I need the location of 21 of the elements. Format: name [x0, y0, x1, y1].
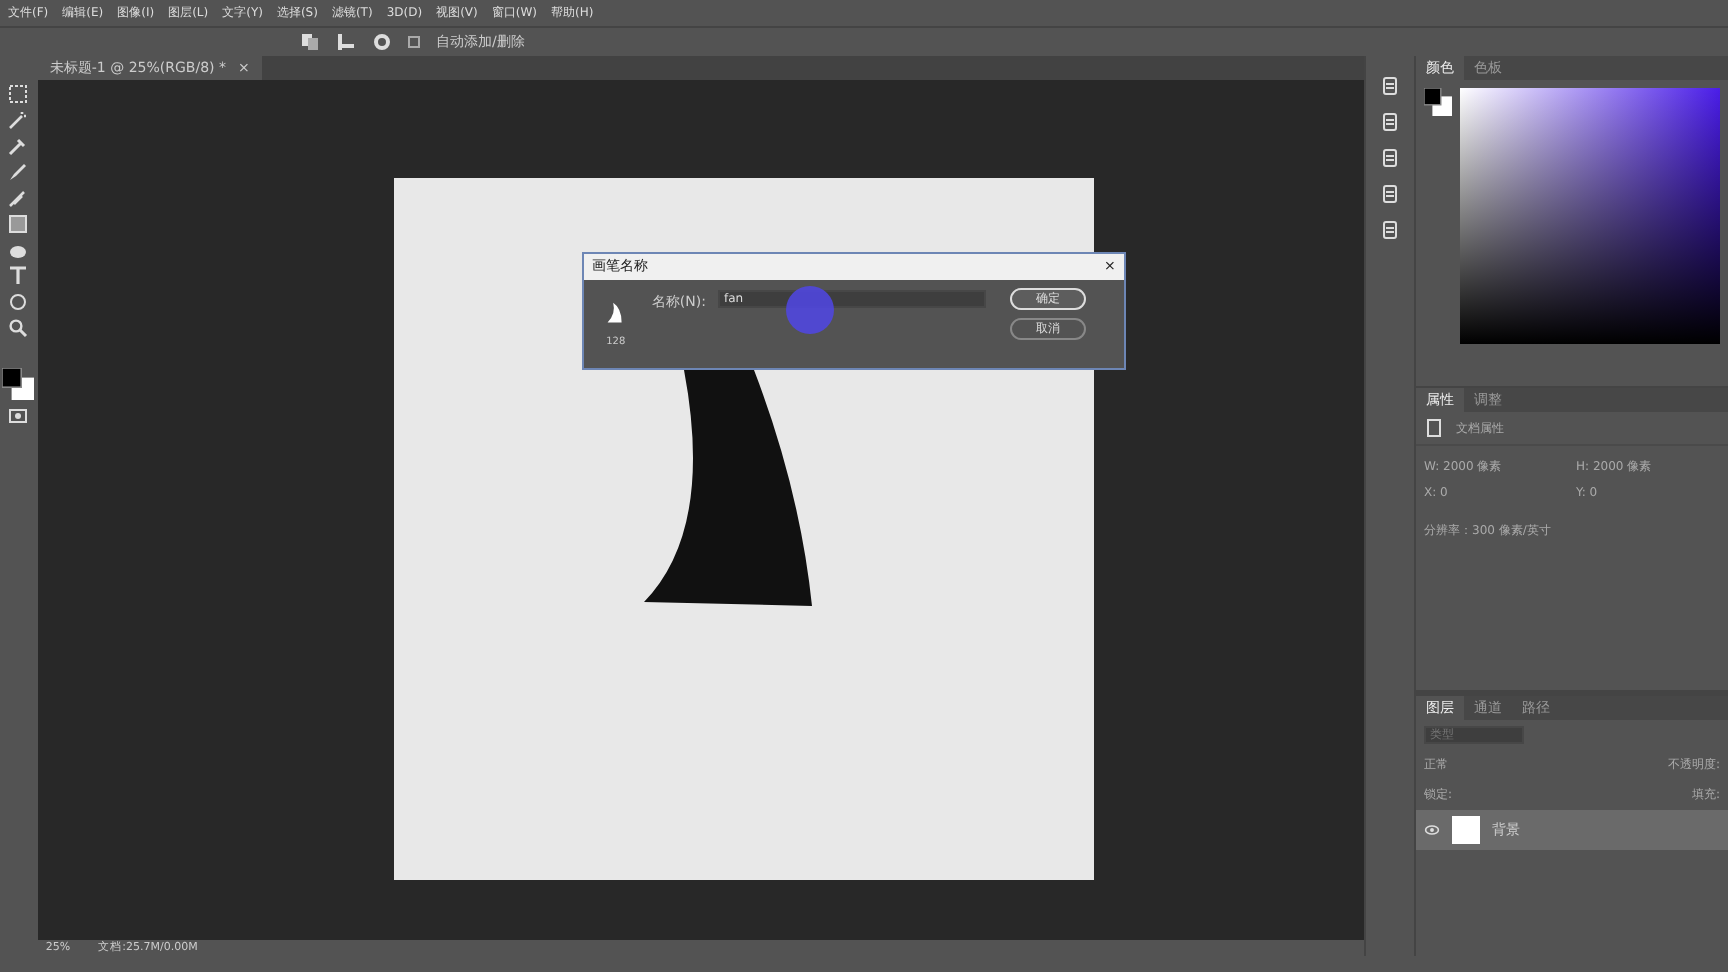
auto-add-checkbox[interactable]: [408, 36, 420, 48]
align-icon[interactable]: [336, 32, 356, 52]
search-icon[interactable]: [8, 318, 29, 338]
stamp-icon[interactable]: [8, 188, 29, 208]
click-indicator: [785, 286, 834, 334]
wand-icon[interactable]: [8, 110, 29, 130]
gradient-icon[interactable]: [8, 214, 29, 234]
eyedropper-icon[interactable]: [8, 136, 29, 156]
layer-thumbnail: [1452, 816, 1480, 844]
brush-icon[interactable]: [8, 162, 29, 182]
eye-icon[interactable]: [1424, 822, 1440, 838]
text-icon[interactable]: [8, 266, 29, 286]
color-picker-field[interactable]: [1460, 88, 1720, 344]
blur-icon[interactable]: [8, 240, 29, 260]
quick-mask-icon[interactable]: [8, 406, 29, 426]
color-swatches-icon[interactable]: [1424, 88, 1452, 116]
align-icon[interactable]: [300, 32, 320, 52]
color-swatches-icon[interactable]: [2, 368, 35, 400]
marquee-icon[interactable]: [8, 84, 29, 104]
ellipse-icon[interactable]: [8, 292, 29, 312]
document-icon: [1424, 418, 1444, 438]
